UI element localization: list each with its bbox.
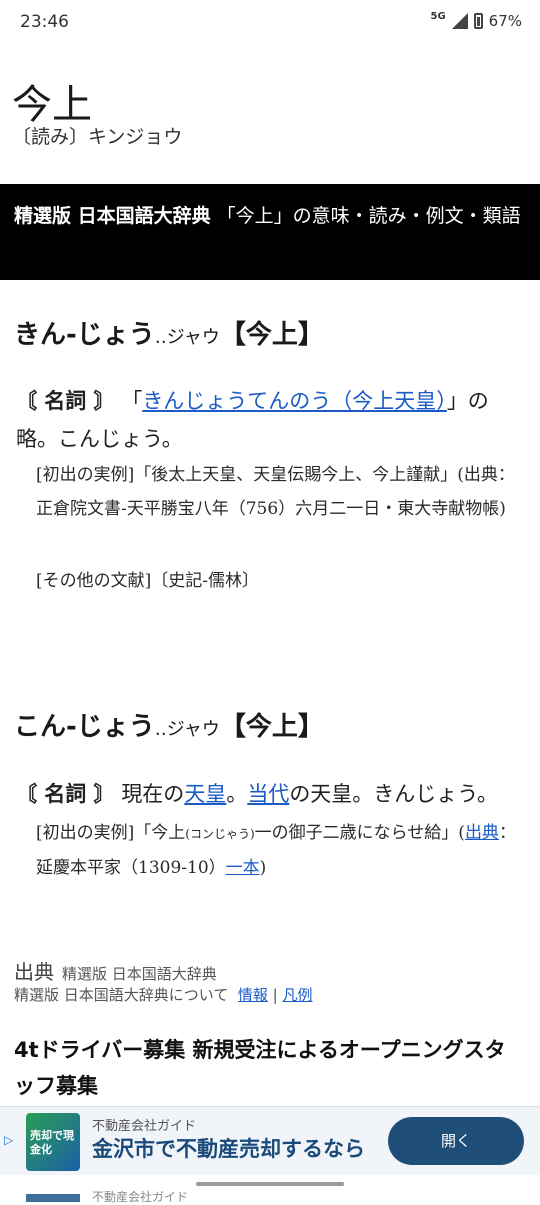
entry-heading: きん‐じょう‥ジャウ【今上】 <box>14 314 324 351</box>
info-link[interactable]: 情報 <box>238 986 268 1004</box>
reading-text: 〔読み〕キンジョウ <box>12 126 183 148</box>
entry-headword: きん‐じょう <box>14 320 155 350</box>
source-name: 精選版 日本国語大辞典 <box>62 965 217 983</box>
gesture-handle[interactable] <box>196 1182 344 1186</box>
next-ad-thumbnail <box>26 1194 80 1202</box>
network-type: 5G <box>430 10 446 22</box>
other-literature: [その他の文献]〔史記‐儒林〕 <box>36 571 260 591</box>
source-about: 精選版 日本国語大辞典について <box>14 986 229 1004</box>
def-text: 。 <box>226 782 248 806</box>
ad-title-link[interactable]: 4tドライバー募集 新規受注によるオープニングスタッフ募集 <box>14 1032 526 1104</box>
signal-icon <box>451 13 468 29</box>
quote-source-link[interactable]: 出典 <box>465 823 499 843</box>
battery-icon <box>473 13 483 29</box>
battery-level: 67% <box>488 12 522 30</box>
status-time: 23:46 <box>20 12 69 32</box>
bottom-ad-banner[interactable]: ▷ 売却で現金化 不動産会社ガイド 金沢市で不動産売却するなら 開く <box>0 1106 540 1175</box>
ad-thumbnail[interactable]: 売却で現金化 <box>26 1113 80 1171</box>
entry-definition: 〘 名詞 〙 「きんじょうてんのう（今上天皇）」の略。こんじょう。 <box>16 382 526 458</box>
entry-headword: こん‐じょう <box>14 712 155 742</box>
banner-dictionary-name: 精選版 日本国語大辞典 <box>14 205 211 227</box>
ad-thumb-text: 売却で現金化 <box>30 1129 74 1156</box>
ad-sponsor: 不動産会社ガイド <box>92 1119 197 1134</box>
def-link-tennou[interactable]: 天皇 <box>184 782 226 806</box>
ad-choices-icon[interactable]: ▷ <box>4 1133 13 1147</box>
part-of-speech: 〘 名詞 〙 <box>16 781 115 806</box>
entry-definition: 〘 名詞 〙 現在の天皇。当代の天皇。きんじょう。 <box>16 775 526 813</box>
next-ad-sponsor: 不動産会社ガイド <box>92 1190 189 1204</box>
banner-text: 「今上」の意味・読み・例文・類語 <box>216 205 521 227</box>
status-bar: 23:46 5G 67% <box>0 0 540 48</box>
def-text: 現在の <box>121 782 185 806</box>
quote-text: ) <box>259 858 267 878</box>
example-quote: [初出の実例]「後太上天皇、天皇伝賜今上、今上謹献」(出典：正倉院文書‐天平勝宝… <box>36 465 515 519</box>
quote-ippon-link[interactable]: 一本 <box>226 858 260 878</box>
separator: | <box>272 986 278 1004</box>
quote-text: [初出の実例]「今上 <box>36 823 186 843</box>
source-line: 出典 精選版 日本国語大辞典 <box>14 956 217 985</box>
status-icons: 5G 67% <box>430 10 522 31</box>
entry-kanji: 【今上】 <box>219 712 324 742</box>
source-label: 出典 <box>14 960 54 984</box>
part-of-speech: 〘 名詞 〙 <box>16 388 115 413</box>
entry-kana-note: ‥ジャウ <box>154 719 220 740</box>
entry-kanji: 【今上】 <box>219 320 324 350</box>
source-about-line: 精選版 日本国語大辞典について 情報 | 凡例 <box>14 984 313 1005</box>
def-text: の天皇。きんじょう。 <box>289 782 499 806</box>
def-link-toudai[interactable]: 当代 <box>247 782 289 806</box>
def-link-kinjoutennou[interactable]: きんじょうてんのう（今上天皇） <box>142 389 447 413</box>
ad-open-button[interactable]: 開く <box>388 1117 524 1165</box>
legend-link[interactable]: 凡例 <box>283 986 313 1004</box>
dictionary-banner: 精選版 日本国語大辞典 「今上」の意味・読み・例文・類語 <box>0 184 540 280</box>
example-quote: [初出の実例]「今上(コンじゃう)一の御子二歳にならせ給」(出典：延慶本平家（1… <box>36 816 520 885</box>
quote-text: 一の御子二歳にならせ給」( <box>254 823 465 843</box>
entry-heading: こん‐じょう‥ジャウ【今上】 <box>14 706 324 743</box>
next-ad-peek: 不動産会社ガイド <box>0 1176 540 1204</box>
quote-ruby: (コンじゃう) <box>185 827 255 841</box>
ad-headline[interactable]: 金沢市で不動産売却するなら <box>92 1133 365 1163</box>
def-prefix: 「 <box>121 389 143 413</box>
entry-kana-note: ‥ジャウ <box>154 327 220 348</box>
